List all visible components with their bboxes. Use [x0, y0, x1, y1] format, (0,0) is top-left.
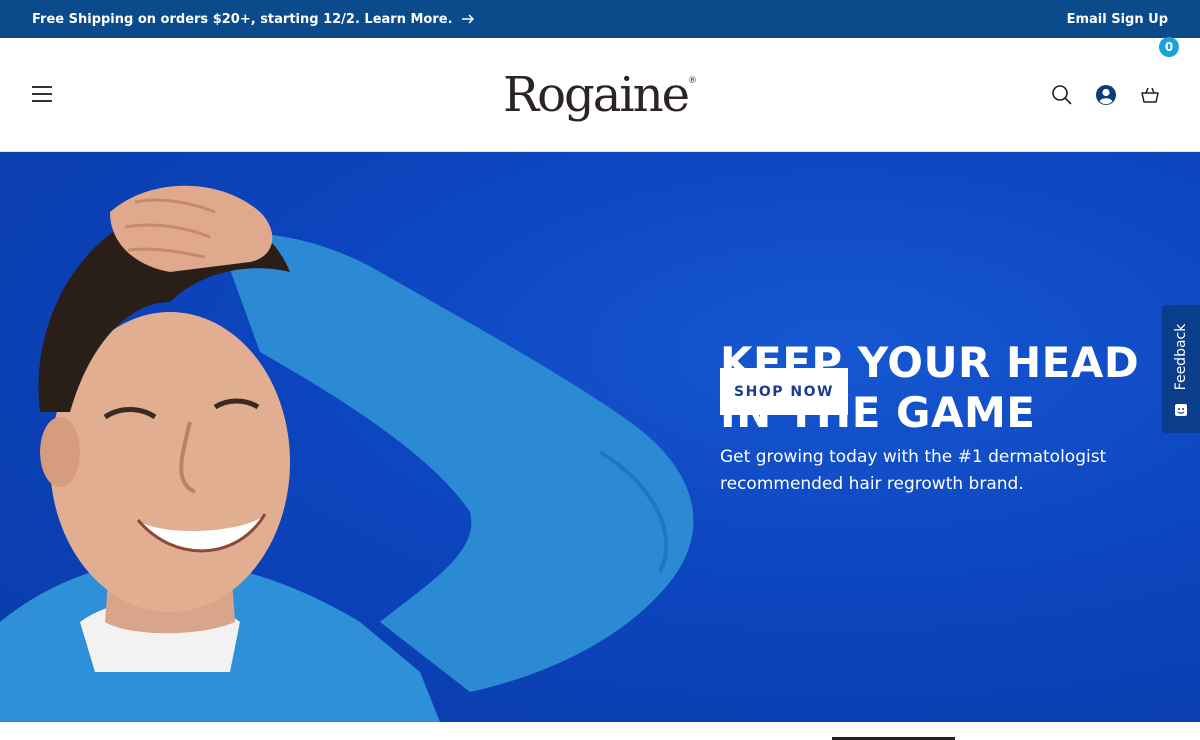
hero-subtitle: Get growing today with the #1 dermatolog… [720, 447, 1107, 494]
feedback-label: Feedback [1173, 323, 1189, 391]
email-signup-link[interactable]: Email Sign Up [1067, 12, 1168, 27]
hero-man-photo [0, 185, 694, 722]
site-header: Rogaine ® [0, 38, 1200, 152]
shipping-promo-link[interactable]: Free Shipping on orders $20+, starting 1… [32, 12, 475, 27]
menu-icon[interactable] [32, 85, 52, 103]
cart-icon[interactable] [1139, 84, 1161, 106]
hero-banner: KEEP YOUR HEAD IN THE GAME Get growing t… [0, 152, 1200, 722]
account-icon[interactable] [1095, 84, 1117, 106]
cart-count-badge: 0 [1159, 37, 1179, 57]
arrow-right-icon [461, 14, 474, 24]
hero-text-block: KEEP YOUR HEAD IN THE GAME Get growing t… [720, 338, 1140, 498]
search-icon[interactable] [1051, 84, 1073, 106]
feedback-icon [1175, 404, 1187, 416]
shop-now-button[interactable]: SHOP NOW [720, 368, 848, 415]
rogaine-logo[interactable]: Rogaine ® [500, 62, 700, 128]
shipping-promo-text: Free Shipping on orders $20+, starting 1… [32, 11, 453, 27]
feedback-tab[interactable]: Feedback [1162, 305, 1200, 433]
logo-wordmark: Rogaine [502, 67, 690, 123]
logo-registered-mark: ® [688, 76, 698, 86]
below-hero-strip [0, 722, 1200, 740]
announcement-bar: Free Shipping on orders $20+, starting 1… [0, 0, 1200, 38]
